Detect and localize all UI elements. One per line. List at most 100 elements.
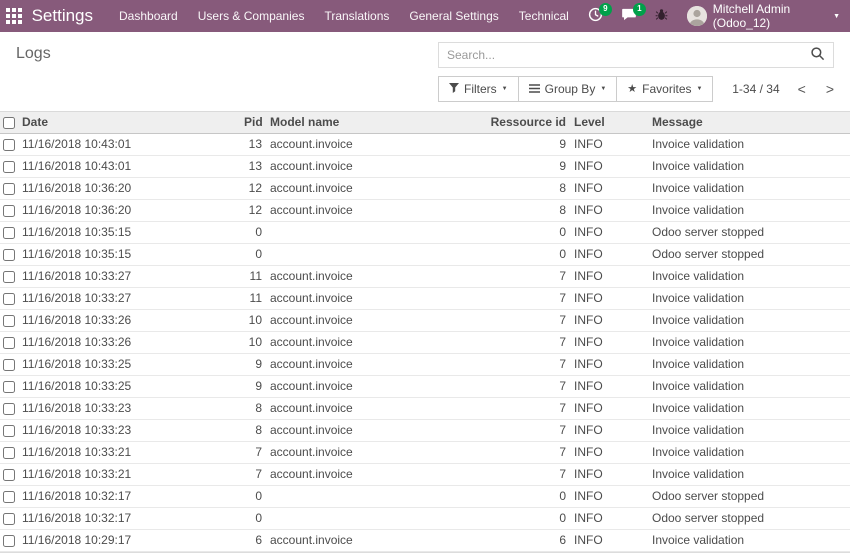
- row-checkbox[interactable]: [3, 535, 15, 547]
- row-checkbox[interactable]: [3, 513, 15, 525]
- control-panel: Logs Filters ▼ Gro: [0, 32, 850, 111]
- cell-level: INFO: [570, 222, 648, 244]
- row-checkbox[interactable]: [3, 227, 15, 239]
- row-checkbox[interactable]: [3, 337, 15, 349]
- row-checkbox[interactable]: [3, 315, 15, 327]
- user-menu[interactable]: Mitchell Admin (Odoo_12) ▼: [677, 2, 850, 30]
- row-checkbox[interactable]: [3, 447, 15, 459]
- row-checkbox-cell[interactable]: [0, 354, 18, 376]
- table-row[interactable]: 11/16/2018 10:33:21 7 account.invoice 7 …: [0, 442, 850, 464]
- row-checkbox[interactable]: [3, 425, 15, 437]
- pager-previous-icon[interactable]: <: [798, 82, 806, 96]
- search-input[interactable]: [447, 48, 810, 62]
- select-all-checkbox-cell[interactable]: [0, 112, 18, 134]
- cell-date: 11/16/2018 10:35:15: [18, 222, 240, 244]
- table-row[interactable]: 11/16/2018 10:29:17 6 account.invoice 6 …: [0, 530, 850, 552]
- apps-menu-icon[interactable]: [0, 0, 28, 32]
- cell-date: 11/16/2018 10:33:26: [18, 310, 240, 332]
- row-checkbox-cell[interactable]: [0, 376, 18, 398]
- row-checkbox-cell[interactable]: [0, 244, 18, 266]
- app-title[interactable]: Settings: [32, 6, 93, 26]
- table-row[interactable]: 11/16/2018 10:33:23 8 account.invoice 7 …: [0, 398, 850, 420]
- menu-item-technical[interactable]: Technical: [509, 0, 579, 32]
- menu-item-dashboard[interactable]: Dashboard: [109, 0, 188, 32]
- group-by-button[interactable]: Group By ▼: [518, 76, 618, 102]
- cell-level: INFO: [570, 376, 648, 398]
- row-checkbox-cell[interactable]: [0, 398, 18, 420]
- row-checkbox-cell[interactable]: [0, 222, 18, 244]
- row-checkbox[interactable]: [3, 183, 15, 195]
- cell-ressource-id: 7: [438, 310, 570, 332]
- row-checkbox-cell[interactable]: [0, 442, 18, 464]
- row-checkbox-cell[interactable]: [0, 486, 18, 508]
- cell-ressource-id: 8: [438, 200, 570, 222]
- row-checkbox-cell[interactable]: [0, 508, 18, 530]
- row-checkbox[interactable]: [3, 359, 15, 371]
- chevron-down-icon: ▼: [833, 13, 840, 20]
- menu-item-users-companies[interactable]: Users & Companies: [188, 0, 315, 32]
- row-checkbox-cell[interactable]: [0, 420, 18, 442]
- table-row[interactable]: 11/16/2018 10:43:01 13 account.invoice 9…: [0, 134, 850, 156]
- table-row[interactable]: 11/16/2018 10:32:17 0 0 INFO Odoo server…: [0, 508, 850, 530]
- search-icon[interactable]: [810, 46, 825, 64]
- table-row[interactable]: 11/16/2018 10:33:26 10 account.invoice 7…: [0, 332, 850, 354]
- cell-level: INFO: [570, 244, 648, 266]
- row-checkbox[interactable]: [3, 249, 15, 261]
- activities-menu[interactable]: 9: [579, 0, 612, 32]
- row-checkbox[interactable]: [3, 293, 15, 305]
- column-header-level[interactable]: Level: [570, 112, 648, 134]
- table-row[interactable]: 11/16/2018 10:35:15 0 0 INFO Odoo server…: [0, 222, 850, 244]
- row-checkbox-cell[interactable]: [0, 288, 18, 310]
- row-checkbox-cell[interactable]: [0, 332, 18, 354]
- row-checkbox[interactable]: [3, 161, 15, 173]
- row-checkbox-cell[interactable]: [0, 530, 18, 552]
- column-header-model-name[interactable]: Model name: [266, 112, 438, 134]
- row-checkbox[interactable]: [3, 205, 15, 217]
- cell-ressource-id: 7: [438, 420, 570, 442]
- row-checkbox[interactable]: [3, 491, 15, 503]
- table-row[interactable]: 11/16/2018 10:32:17 0 0 INFO Odoo server…: [0, 486, 850, 508]
- column-header-message[interactable]: Message: [648, 112, 850, 134]
- row-checkbox-cell[interactable]: [0, 156, 18, 178]
- favorites-button[interactable]: ★ Favorites ▼: [616, 76, 713, 102]
- row-checkbox-cell[interactable]: [0, 134, 18, 156]
- row-checkbox[interactable]: [3, 271, 15, 283]
- table-row[interactable]: 11/16/2018 10:33:27 11 account.invoice 7…: [0, 288, 850, 310]
- menu-item-general-settings[interactable]: General Settings: [399, 0, 508, 32]
- filters-button[interactable]: Filters ▼: [438, 76, 519, 102]
- column-header-date[interactable]: Date: [18, 112, 240, 134]
- cell-model-name: account.invoice: [266, 178, 438, 200]
- column-header-ressource-id[interactable]: Ressource id: [438, 112, 570, 134]
- debug-menu[interactable]: [646, 0, 677, 32]
- row-checkbox[interactable]: [3, 381, 15, 393]
- table-row[interactable]: 11/16/2018 10:33:23 8 account.invoice 7 …: [0, 420, 850, 442]
- select-all-checkbox[interactable]: [3, 117, 15, 129]
- table-row[interactable]: 11/16/2018 10:33:21 7 account.invoice 7 …: [0, 464, 850, 486]
- search-box[interactable]: [438, 42, 834, 68]
- logs-table-body: 11/16/2018 10:43:01 13 account.invoice 9…: [0, 134, 850, 552]
- table-row[interactable]: 11/16/2018 10:33:27 11 account.invoice 7…: [0, 266, 850, 288]
- menu-item-translations[interactable]: Translations: [314, 0, 399, 32]
- table-row[interactable]: 11/16/2018 10:35:15 0 0 INFO Odoo server…: [0, 244, 850, 266]
- table-row[interactable]: 11/16/2018 10:36:20 12 account.invoice 8…: [0, 200, 850, 222]
- cell-date: 11/16/2018 10:32:17: [18, 486, 240, 508]
- row-checkbox[interactable]: [3, 403, 15, 415]
- table-row[interactable]: 11/16/2018 10:33:25 9 account.invoice 7 …: [0, 354, 850, 376]
- pager-next-icon[interactable]: >: [826, 82, 834, 96]
- row-checkbox-cell[interactable]: [0, 464, 18, 486]
- row-checkbox-cell[interactable]: [0, 178, 18, 200]
- cell-message: Odoo server stopped: [648, 222, 850, 244]
- cell-pid: 0: [240, 508, 266, 530]
- messages-menu[interactable]: 1: [612, 0, 646, 32]
- row-checkbox-cell[interactable]: [0, 266, 18, 288]
- column-header-pid[interactable]: Pid: [240, 112, 266, 134]
- table-row[interactable]: 11/16/2018 10:36:20 12 account.invoice 8…: [0, 178, 850, 200]
- row-checkbox-cell[interactable]: [0, 310, 18, 332]
- row-checkbox[interactable]: [3, 469, 15, 481]
- table-row[interactable]: 11/16/2018 10:33:26 10 account.invoice 7…: [0, 310, 850, 332]
- cell-ressource-id: 9: [438, 134, 570, 156]
- table-row[interactable]: 11/16/2018 10:33:25 9 account.invoice 7 …: [0, 376, 850, 398]
- table-row[interactable]: 11/16/2018 10:43:01 13 account.invoice 9…: [0, 156, 850, 178]
- row-checkbox[interactable]: [3, 139, 15, 151]
- row-checkbox-cell[interactable]: [0, 200, 18, 222]
